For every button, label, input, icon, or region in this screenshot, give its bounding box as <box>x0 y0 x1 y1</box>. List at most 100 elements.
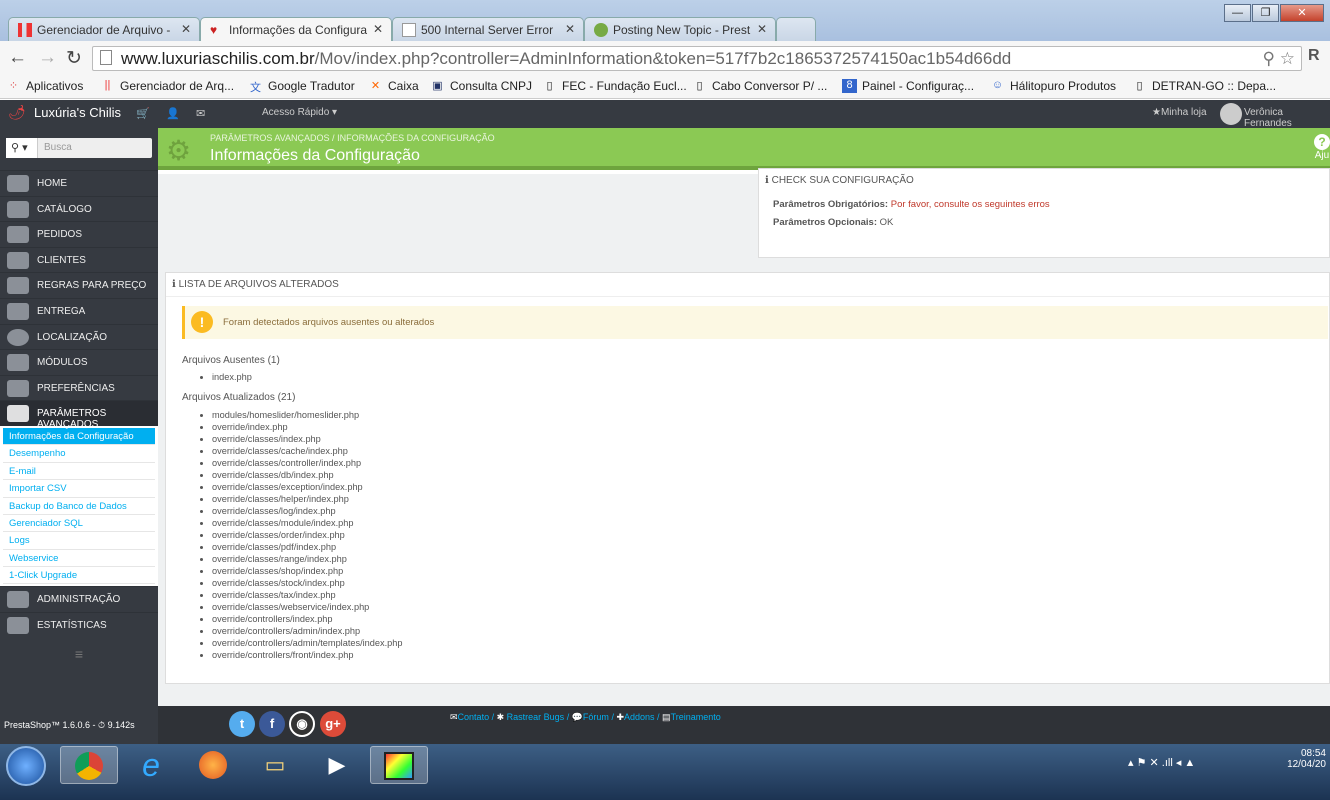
sidebar-item-advanced-parameters[interactable]: PARÂMETROS AVANÇADOS <box>0 400 158 430</box>
browser-tab-active[interactable]: ♥ Informações da Configura ✕ <box>200 17 392 42</box>
close-window-button[interactable]: ✕ <box>1280 4 1324 22</box>
google-plus-icon[interactable]: g+ <box>320 711 346 737</box>
list-item: override/controllers/front/index.php <box>212 649 402 661</box>
twitter-icon[interactable]: t <box>229 711 255 737</box>
sidebar-item-modules[interactable]: MÓDULOS <box>0 349 158 375</box>
submenu-item-1click-upgrade[interactable]: 1-Click Upgrade <box>3 567 155 585</box>
list-item: override/classes/webservice/index.php <box>212 601 402 613</box>
quick-access-menu[interactable]: Acesso Rápido ▾ <box>262 107 337 118</box>
sidebar-item-shipping[interactable]: ENTREGA <box>0 297 158 324</box>
star-icon[interactable]: ☆ <box>1280 49 1295 69</box>
bookmark[interactable]: 8 Painel - Configuraç... <box>842 79 974 93</box>
search-input[interactable]: ⚲ ▾ Busca <box>6 138 152 158</box>
facebook-icon[interactable]: f <box>259 711 285 737</box>
footer-link-forum[interactable]: Fórum <box>583 712 609 722</box>
bug-icon: ✱ <box>496 712 505 722</box>
close-tab-icon[interactable]: ✕ <box>757 22 767 36</box>
close-tab-icon[interactable]: ✕ <box>565 22 575 36</box>
footer-link-training[interactable]: Treinamento <box>671 712 721 722</box>
bookmark-apps[interactable]: ⁘ Aplicativos <box>6 79 83 93</box>
bookmark[interactable]: || Gerenciador de Arq... <box>100 79 234 93</box>
submenu-item-performance[interactable]: Desempenho <box>3 445 155 463</box>
new-tab-button[interactable] <box>776 17 816 41</box>
address-toolbar: ← → ↻ www.luxuriaschilis.com.br/Mov/inde… <box>0 41 1330 74</box>
list-item: override/classes/cache/index.php <box>212 445 402 457</box>
bookmark[interactable]: ▯ DETRAN-GO :: Depa... <box>1132 79 1276 93</box>
bookmark[interactable]: ✕ Caixa <box>368 79 419 93</box>
book-icon <box>7 200 29 218</box>
submenu-item-import-csv[interactable]: Importar CSV <box>3 480 155 498</box>
sidebar-item-preferences[interactable]: PREFERÊNCIAS <box>0 374 158 401</box>
close-tab-icon[interactable]: ✕ <box>373 22 383 36</box>
url-input[interactable]: www.luxuriaschilis.com.br/Mov/index.php?… <box>92 46 1302 71</box>
sidebar-item-customers[interactable]: CLIENTES <box>0 246 158 273</box>
cherry-icon: ♥ <box>210 23 218 37</box>
mail-icon[interactable]: ✉ <box>196 107 205 120</box>
footer-link-contact[interactable]: Contato <box>458 712 490 722</box>
submenu-item-email[interactable]: E-mail <box>3 463 155 481</box>
bookmark[interactable]: ☺ Hálitopuro Produtos <box>990 79 1116 93</box>
list-item: override/classes/order/index.php <box>212 529 402 541</box>
search-type-dropdown[interactable]: ⚲ ▾ <box>6 138 38 158</box>
book-icon: ▤ <box>662 712 671 722</box>
back-arrow-icon[interactable]: ← <box>8 47 27 69</box>
shop-name[interactable]: Luxúria's Chilis <box>34 105 121 120</box>
ie-taskbar-icon[interactable]: e <box>122 746 180 784</box>
system-tray-icons[interactable]: ▴ ⚑ ✕ .ıll ◂ ▲ <box>1128 756 1195 769</box>
maximize-button[interactable]: ❐ <box>1252 4 1279 22</box>
firefox-taskbar-icon[interactable] <box>184 746 242 784</box>
avatar[interactable] <box>1220 103 1242 125</box>
mail-icon: ✉ <box>450 712 458 722</box>
extension-icon[interactable]: R <box>1308 47 1320 65</box>
halitopuro-icon: ☺ <box>991 79 1004 91</box>
list-item: override/classes/db/index.php <box>212 469 402 481</box>
sidebar-item-catalog[interactable]: CATÁLOGO <box>0 195 158 222</box>
chrome-taskbar-icon[interactable] <box>60 746 118 784</box>
user-name[interactable]: Verônica Fernandes <box>1244 107 1330 129</box>
help-button[interactable]: ? Aju <box>1314 134 1330 161</box>
footer-link-addons[interactable]: Addons <box>624 712 655 722</box>
windows-start-button[interactable] <box>6 746 46 786</box>
footer-links: ✉Contato / ✱ Rastrear Bugs / 💬Fórum / ✚A… <box>450 712 721 722</box>
collapse-menu-icon[interactable]: ≡ <box>0 638 158 662</box>
sidebar-item-stats[interactable]: ESTATÍSTICAS <box>0 612 158 638</box>
my-shop-link[interactable]: ★Minha loja <box>1152 107 1207 118</box>
cart-icon[interactable]: 🛒 <box>136 107 150 120</box>
minimize-button[interactable]: — <box>1224 4 1251 22</box>
sidebar-item-administration[interactable]: ADMINISTRAÇÃO <box>0 586 158 612</box>
bookmark[interactable]: ▯ FEC - Fundação Eucl... <box>542 79 686 93</box>
bookmark[interactable]: 文 Google Tradutor <box>248 79 355 94</box>
explorer-taskbar-icon[interactable]: ▭ <box>246 746 304 784</box>
browser-tab[interactable]: 500 Internal Server Error ✕ <box>392 17 584 41</box>
submenu-item-sql-manager[interactable]: Gerenciador SQL <box>3 515 155 533</box>
bookmark[interactable]: ▯ Cabo Conversor P/ ... <box>692 79 827 93</box>
media-player-taskbar-icon[interactable]: ▶ <box>308 746 366 784</box>
close-tab-icon[interactable]: ✕ <box>181 22 191 36</box>
reload-icon[interactable]: ↻ <box>66 47 82 70</box>
bookmark[interactable]: ▣ Consulta CNPJ <box>430 79 532 93</box>
zoom-icon[interactable]: ⚲ <box>1263 49 1275 69</box>
clock[interactable]: 08:54 12/04/20 <box>1287 748 1326 770</box>
changed-files-panel: ℹ LISTA DE ARQUIVOS ALTERADOS ! Foram det… <box>165 272 1330 684</box>
forward-arrow-icon[interactable]: → <box>38 47 57 69</box>
submenu-item-configuration-info[interactable]: Informações da Configuração <box>3 427 155 446</box>
github-icon[interactable]: ◉ <box>289 711 315 737</box>
sidebar-item-price-rules[interactable]: REGRAS PARA PREÇO <box>0 272 158 298</box>
sidebar-item-home[interactable]: HOME <box>0 170 158 196</box>
page-title: Informações da Configuração <box>210 147 420 164</box>
sidebar-item-localization[interactable]: LOCALIZAÇÃO <box>0 323 158 350</box>
wrench-icon <box>7 379 29 397</box>
submenu-item-logs[interactable]: Logs <box>3 532 155 550</box>
user-icon[interactable]: 👤 <box>166 107 180 120</box>
list-item: override/classes/module/index.php <box>212 517 402 529</box>
list-item: override/controllers/index.php <box>212 613 402 625</box>
footer-link-bugs[interactable]: Rastrear Bugs <box>507 712 565 722</box>
photo-app-taskbar-icon[interactable] <box>370 746 428 784</box>
missing-files-list: index.php <box>212 371 252 383</box>
users-icon <box>7 251 29 269</box>
submenu-item-db-backup[interactable]: Backup do Banco de Dados <box>3 498 155 515</box>
sidebar-item-orders[interactable]: PEDIDOS <box>0 221 158 247</box>
browser-tab[interactable]: Posting New Topic - Prest ✕ <box>584 17 776 41</box>
browser-tab[interactable]: Gerenciador de Arquivo - ✕ <box>8 17 200 41</box>
submenu-item-webservice[interactable]: Webservice <box>3 550 155 568</box>
